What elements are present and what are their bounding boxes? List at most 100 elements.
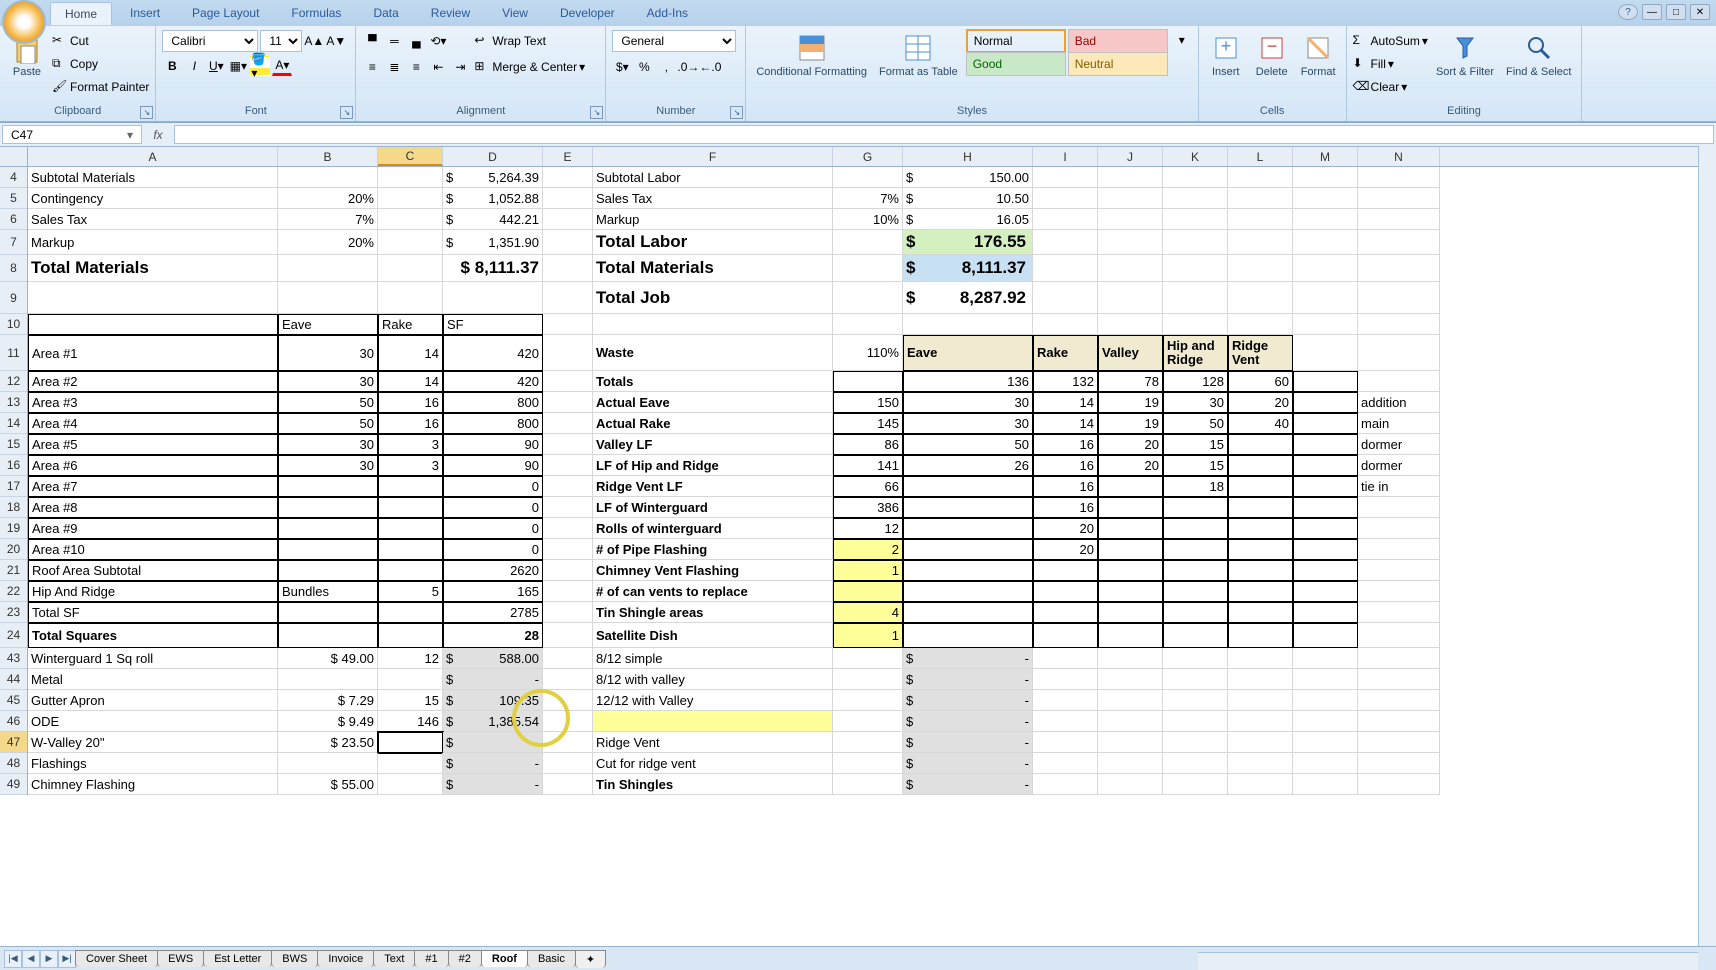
cell-M14[interactable] (1293, 413, 1358, 434)
cell-I10[interactable] (1033, 314, 1098, 335)
cell-G10[interactable] (833, 314, 903, 335)
cell-F20[interactable]: # of Pipe Flashing (593, 539, 833, 560)
cell-B15[interactable]: 30 (278, 434, 378, 455)
col-header-K[interactable]: K (1163, 147, 1228, 166)
cell-H12[interactable]: 136 (903, 371, 1033, 392)
cell-K9[interactable] (1163, 282, 1228, 314)
cell-M44[interactable] (1293, 669, 1358, 690)
cell-F14[interactable]: Actual Rake (593, 413, 833, 434)
cell-B5[interactable]: 20% (278, 188, 378, 209)
cell-C20[interactable] (378, 539, 443, 560)
cell-L23[interactable] (1228, 602, 1293, 623)
cell-K17[interactable]: 18 (1163, 476, 1228, 497)
cell-A7[interactable]: Markup (28, 230, 278, 255)
cell-H4[interactable]: $150.00 (903, 167, 1033, 188)
sheet-tab-#1[interactable]: #1 (414, 950, 448, 967)
cell-E47[interactable] (543, 732, 593, 753)
cell-F24[interactable]: Satellite Dish (593, 623, 833, 648)
tab-pagelayout[interactable]: Page Layout (178, 2, 273, 24)
cell-K20[interactable] (1163, 539, 1228, 560)
style-neutral[interactable]: Neutral (1068, 52, 1168, 76)
cell-C19[interactable] (378, 518, 443, 539)
cell-L12[interactable]: 60 (1228, 371, 1293, 392)
tab-developer[interactable]: Developer (546, 2, 629, 24)
cell-D48[interactable]: $- (443, 753, 543, 774)
cell-E12[interactable] (543, 371, 593, 392)
cell-M49[interactable] (1293, 774, 1358, 795)
cell-D44[interactable]: $- (443, 669, 543, 690)
fill-button[interactable]: ⬇Fill▾ (1353, 53, 1428, 75)
cell-C18[interactable] (378, 497, 443, 518)
align-left[interactable]: ≡ (362, 57, 382, 77)
italic-button[interactable]: I (184, 56, 204, 76)
cell-A22[interactable]: Hip And Ridge (28, 581, 278, 602)
sheet-tab-invoice[interactable]: Invoice (317, 950, 374, 967)
cell-A12[interactable]: Area #2 (28, 371, 278, 392)
cell-J7[interactable] (1098, 230, 1163, 255)
cell-C9[interactable] (378, 282, 443, 314)
cell-A6[interactable]: Sales Tax (28, 209, 278, 230)
row-header-7[interactable]: 7 (0, 230, 27, 255)
cell-B44[interactable] (278, 669, 378, 690)
row-header-4[interactable]: 4 (0, 167, 27, 188)
cut-button[interactable]: ✂Cut (52, 30, 149, 52)
cell-L13[interactable]: 20 (1228, 392, 1293, 413)
tab-data[interactable]: Data (359, 2, 412, 24)
merge-center-button[interactable]: ⊞Merge & Center▾ (474, 56, 585, 78)
cell-H6[interactable]: $16.05 (903, 209, 1033, 230)
cell-H46[interactable]: $- (903, 711, 1033, 732)
cell-D11[interactable]: 420 (443, 335, 543, 371)
cell-G18[interactable]: 386 (833, 497, 903, 518)
row-header-12[interactable]: 12 (0, 371, 27, 392)
cell-D47[interactable]: $- (443, 732, 543, 753)
number-format-select[interactable]: General (612, 30, 736, 52)
cell-K14[interactable]: 50 (1163, 413, 1228, 434)
cell-D4[interactable]: $5,264.39 (443, 167, 543, 188)
cell-A9[interactable] (28, 282, 278, 314)
row-header-13[interactable]: 13 (0, 392, 27, 413)
cell-A18[interactable]: Area #8 (28, 497, 278, 518)
cell-K46[interactable] (1163, 711, 1228, 732)
cell-K5[interactable] (1163, 188, 1228, 209)
cell-I6[interactable] (1033, 209, 1098, 230)
cell-N17[interactable]: tie in (1358, 476, 1440, 497)
cell-N22[interactable] (1358, 581, 1440, 602)
cell-D13[interactable]: 800 (443, 392, 543, 413)
cell-A45[interactable]: Gutter Apron (28, 690, 278, 711)
cell-M9[interactable] (1293, 282, 1358, 314)
cell-M15[interactable] (1293, 434, 1358, 455)
cell-H14[interactable]: 30 (903, 413, 1033, 434)
cell-G20[interactable]: 2 (833, 539, 903, 560)
cell-M17[interactable] (1293, 476, 1358, 497)
grow-font-button[interactable]: A▲ (304, 31, 324, 51)
fill-color-button[interactable]: 🪣▾ (250, 56, 270, 76)
cell-E7[interactable] (543, 230, 593, 255)
cell-B43[interactable]: $ 49.00 (278, 648, 378, 669)
col-header-A[interactable]: A (28, 147, 278, 166)
cell-N47[interactable] (1358, 732, 1440, 753)
cell-D8[interactable]: $ 8,111.37 (443, 255, 543, 282)
copy-button[interactable]: ⧉Copy (52, 53, 149, 75)
cell-G23[interactable]: 4 (833, 602, 903, 623)
cell-C49[interactable] (378, 774, 443, 795)
format-painter-button[interactable]: 🖌Format Painter (52, 76, 149, 98)
cell-E19[interactable] (543, 518, 593, 539)
row-header-5[interactable]: 5 (0, 188, 27, 209)
cell-E43[interactable] (543, 648, 593, 669)
new-sheet-button[interactable]: ✦ (575, 950, 606, 968)
cell-B7[interactable]: 20% (278, 230, 378, 255)
cell-H10[interactable] (903, 314, 1033, 335)
cell-J22[interactable] (1098, 581, 1163, 602)
cell-J47[interactable] (1098, 732, 1163, 753)
cell-M7[interactable] (1293, 230, 1358, 255)
cell-K18[interactable] (1163, 497, 1228, 518)
cell-I13[interactable]: 14 (1033, 392, 1098, 413)
cell-I4[interactable] (1033, 167, 1098, 188)
cell-B21[interactable] (278, 560, 378, 581)
cell-L47[interactable] (1228, 732, 1293, 753)
cell-N6[interactable] (1358, 209, 1440, 230)
cell-J6[interactable] (1098, 209, 1163, 230)
cell-F45[interactable]: 12/12 with Valley (593, 690, 833, 711)
cell-L45[interactable] (1228, 690, 1293, 711)
cell-F44[interactable]: 8/12 with valley (593, 669, 833, 690)
